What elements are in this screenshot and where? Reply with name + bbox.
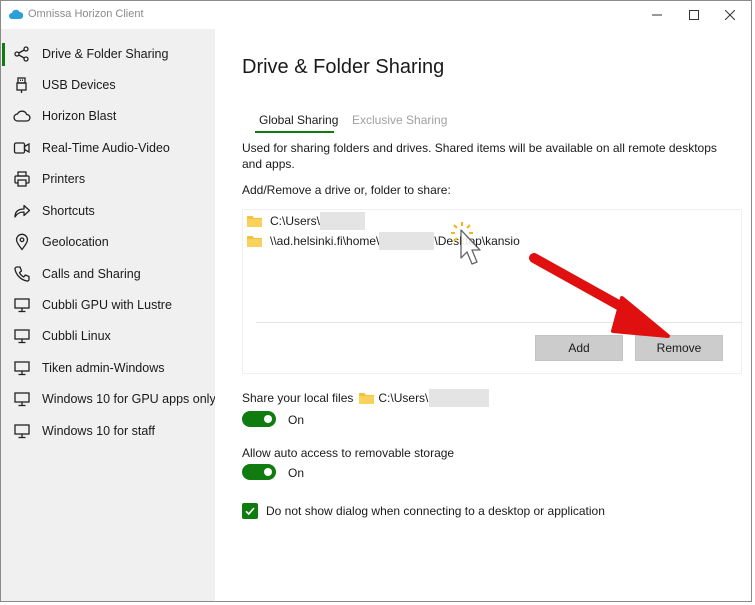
usb-icon <box>16 77 27 93</box>
share-local-files-state: On <box>288 413 305 427</box>
dont-show-dialog-label: Do not show dialog when connecting to a … <box>266 504 605 518</box>
sidebar-item-geolocation[interactable]: Geolocation <box>1 227 215 258</box>
add-remove-label: Add/Remove a drive or, folder to share: <box>242 183 451 197</box>
share-local-files-toggle[interactable] <box>242 411 276 427</box>
remove-button[interactable]: Remove <box>635 335 723 361</box>
monitor-icon <box>14 329 30 344</box>
add-button[interactable]: Add <box>535 335 623 361</box>
location-pin-icon <box>15 233 29 251</box>
dont-show-dialog-checkbox[interactable] <box>242 503 258 519</box>
printer-icon <box>14 171 30 187</box>
sidebar-item-label: Windows 10 for GPU apps only <box>42 392 216 406</box>
sidebar-item-shortcuts[interactable]: Shortcuts <box>1 196 215 227</box>
folder-icon <box>247 216 262 227</box>
phone-icon <box>14 266 30 282</box>
share-local-files-label: Share your local files <box>242 391 354 405</box>
folder-path-prefix: C:\Users\ <box>270 214 321 228</box>
page-title: Drive & Folder Sharing <box>242 56 445 78</box>
sidebar-item-drive-folder-sharing[interactable]: Drive & Folder Sharing <box>1 39 215 70</box>
sidebar-item-label: Real-Time Audio-Video <box>42 141 170 155</box>
sidebar-item-label: Cubbli Linux <box>42 329 111 343</box>
sidebar-item-label: Tiken admin-Windows <box>42 361 165 375</box>
tab-exclusive-sharing[interactable]: Exclusive Sharing <box>352 113 447 127</box>
sidebar-item-label: Horizon Blast <box>42 109 117 123</box>
active-indicator <box>2 43 5 66</box>
auto-access-toggle[interactable] <box>242 464 276 480</box>
maximize-icon <box>689 10 699 20</box>
cloud-icon <box>13 110 31 122</box>
shared-folders-list: C:\Users\ \\ad.helsinki.fi\home\ \Deskto… <box>242 209 742 374</box>
auto-access-state: On <box>288 466 305 480</box>
monitor-icon <box>14 298 30 313</box>
sidebar: Drive & Folder Sharing USB Devices Horiz… <box>1 29 216 601</box>
sharing-description: Used for sharing folders and drives. Sha… <box>242 141 717 171</box>
redacted-username <box>320 212 366 230</box>
sidebar-item-tiken-admin-windows[interactable]: Tiken admin-Windows <box>1 353 215 384</box>
main-panel: Drive & Folder Sharing Global Sharing Ex… <box>215 29 751 601</box>
sidebar-item-label: Printers <box>42 172 86 186</box>
redacted-username <box>379 232 435 250</box>
monitor-icon <box>14 392 30 407</box>
monitor-icon <box>14 361 30 376</box>
toggle-knob <box>264 415 272 423</box>
title-bar: Omnissa Horizon Client <box>1 1 751 29</box>
sidebar-item-usb-devices[interactable]: USB Devices <box>1 70 215 101</box>
sidebar-item-windows-10-gpu[interactable]: Windows 10 for GPU apps only <box>1 384 216 415</box>
checkmark-icon <box>245 507 255 516</box>
toggle-knob <box>264 468 272 476</box>
sidebar-item-calls-and-sharing[interactable]: Calls and Sharing <box>1 259 215 290</box>
active-tab-underline <box>255 131 334 133</box>
tab-global-sharing[interactable]: Global Sharing <box>259 113 338 127</box>
sidebar-item-label: USB Devices <box>42 78 116 92</box>
folder-icon <box>359 393 375 404</box>
monitor-icon <box>14 424 30 439</box>
share-local-files-row: Share your local files C:\Users\ <box>242 389 490 407</box>
shortcut-arrow-icon <box>14 204 31 218</box>
window-title: Omnissa Horizon Client <box>28 8 144 20</box>
sidebar-item-label: Cubbli GPU with Lustre <box>42 298 172 312</box>
sidebar-item-real-time-audio-video[interactable]: Real-Time Audio-Video <box>1 133 215 164</box>
list-divider <box>256 322 742 323</box>
sidebar-item-horizon-blast[interactable]: Horizon Blast <box>1 101 215 132</box>
horizon-cloud-logo-icon <box>9 9 23 19</box>
sidebar-item-windows-10-staff[interactable]: Windows 10 for staff <box>1 416 215 447</box>
sidebar-item-label: Drive & Folder Sharing <box>42 47 169 61</box>
sidebar-item-cubbli-gpu-with-lustre[interactable]: Cubbli GPU with Lustre <box>1 290 215 321</box>
camera-icon <box>13 142 30 154</box>
close-icon <box>725 10 735 20</box>
auto-access-label: Allow auto access to removable storage <box>242 446 455 460</box>
sidebar-item-label: Windows 10 for staff <box>42 424 156 438</box>
horizon-client-window: Omnissa Horizon Client Drive & Folder Sh… <box>0 0 752 602</box>
list-item[interactable]: \\ad.helsinki.fi\home\ \Desktop\kansio <box>247 232 520 250</box>
redacted-username <box>429 389 490 407</box>
share-local-path: C:\Users\ <box>378 391 429 405</box>
sidebar-item-cubbli-linux[interactable]: Cubbli Linux <box>1 321 215 352</box>
sidebar-item-printers[interactable]: Printers <box>1 164 215 195</box>
list-item[interactable]: C:\Users\ <box>247 212 366 230</box>
sidebar-item-label: Geolocation <box>42 235 109 249</box>
sidebar-item-label: Shortcuts <box>42 204 95 218</box>
share-icon <box>14 46 29 62</box>
folder-icon <box>247 236 262 247</box>
minimize-icon <box>652 14 662 16</box>
folder-path-suffix: \Desktop\kansio <box>434 234 520 248</box>
sidebar-item-label: Calls and Sharing <box>42 267 141 281</box>
folder-path-prefix: \\ad.helsinki.fi\home\ <box>270 234 380 248</box>
close-button[interactable] <box>707 1 751 29</box>
